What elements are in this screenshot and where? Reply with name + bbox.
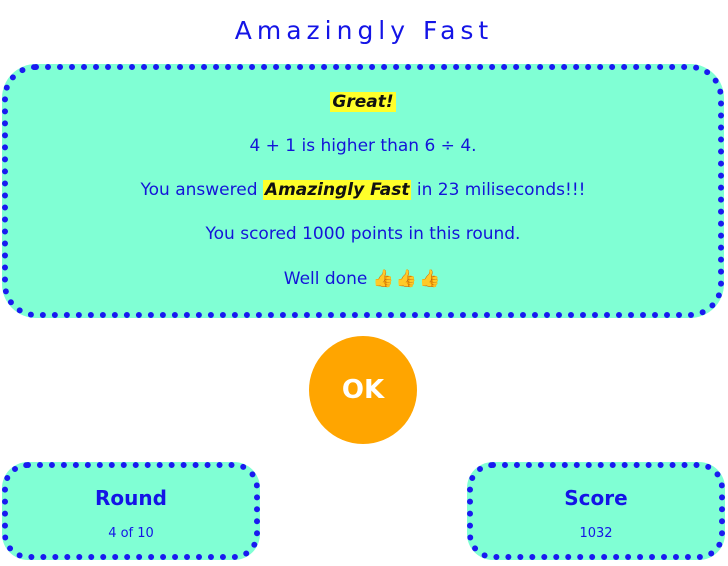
- ok-button[interactable]: OK: [309, 336, 417, 444]
- speed-suffix: in 23 miliseconds!!!: [411, 180, 586, 200]
- points-text: You scored 1000 points in this round.: [205, 224, 521, 244]
- score-panel: Score 1032: [467, 462, 725, 560]
- score-value: 1032: [579, 526, 613, 541]
- result-panel: Great! 4 + 1 is higher than 6 ÷ 4. You a…: [2, 64, 724, 318]
- speed-rating: Amazingly Fast: [262, 180, 412, 200]
- verdict-text: Great!: [330, 92, 396, 112]
- thumbs-up-icon: 👍👍👍: [372, 269, 443, 289]
- praise-line: Well done 👍👍👍: [8, 269, 718, 289]
- round-panel: Round 4 of 10: [2, 462, 260, 560]
- speed-prefix: You answered: [140, 180, 263, 200]
- comparison-text: 4 + 1 is higher than 6 ÷ 4.: [249, 136, 477, 156]
- round-value: 4 of 10: [108, 526, 154, 541]
- speed-line: You answered Amazingly Fast in 23 milise…: [8, 180, 718, 200]
- score-label: Score: [564, 486, 628, 510]
- praise-text: Well done: [283, 269, 373, 289]
- round-label: Round: [95, 486, 167, 510]
- page-title: Amazingly Fast: [234, 16, 494, 45]
- verdict-line: Great!: [8, 92, 718, 112]
